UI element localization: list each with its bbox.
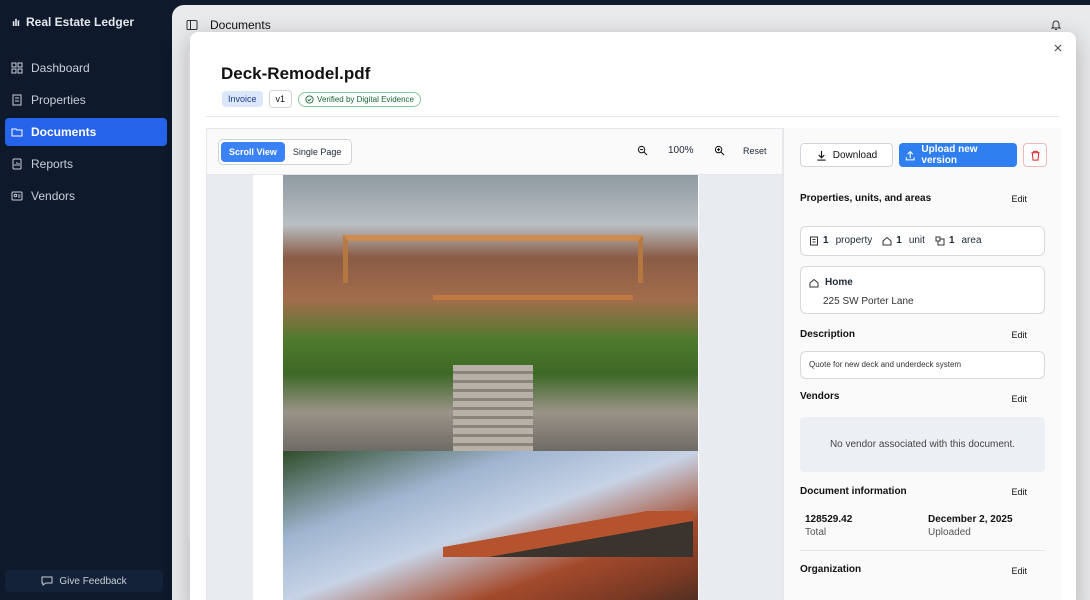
deck-photo-2 [283, 451, 698, 600]
document-details-panel: Download Upload new version Properties, … [783, 128, 1061, 600]
deck-photo-1 [283, 175, 698, 451]
divider [206, 116, 1060, 117]
zoom-out-icon[interactable] [637, 145, 648, 156]
pdf-page [253, 175, 699, 600]
property-count: 1 property [809, 235, 872, 246]
stone-stairs [453, 365, 533, 451]
sidebar-item-label: Dashboard [31, 61, 90, 75]
divider [800, 550, 1045, 551]
brand[interactable]: Real Estate Ledger [0, 0, 172, 44]
bell-icon[interactable] [1050, 19, 1062, 31]
sidebar-item-label: Reports [31, 157, 74, 171]
vendors-empty-state: No vendor associated with this document. [800, 417, 1045, 472]
download-button[interactable]: Download [800, 143, 893, 167]
document-info-section-title: Document information [800, 486, 907, 497]
give-feedback-button[interactable]: Give Feedback [5, 570, 163, 592]
download-icon [817, 150, 826, 161]
home-icon [809, 278, 819, 287]
single-page-button[interactable]: Single Page [285, 142, 350, 162]
property-counts-box: 1 property 1 unit 1 area [800, 226, 1045, 256]
delete-button[interactable] [1023, 143, 1047, 167]
brand-name: Real Estate Ledger [26, 15, 135, 29]
area-count-label: area [961, 235, 982, 246]
total-label: Total [805, 527, 827, 538]
zoom-level: 100% [668, 145, 694, 156]
property-count-label: property [835, 235, 873, 246]
vendors-section-title: Vendors [800, 391, 840, 402]
sidebar-item-properties[interactable]: Properties [5, 86, 167, 114]
action-buttons: Download Upload new version [800, 143, 1047, 167]
property-name: Home [825, 277, 853, 288]
unit-count-value: 1 [896, 235, 902, 246]
property-address: 225 SW Porter Lane [823, 296, 914, 307]
sidebar-toggle-icon[interactable] [186, 19, 198, 31]
chart-icon [12, 158, 22, 170]
viewer-canvas[interactable] [207, 175, 782, 600]
view-mode-toggle: Scroll View Single Page [218, 139, 353, 165]
properties-section-title: Properties, units, and areas [800, 193, 932, 204]
shield-check-icon [305, 94, 314, 104]
viewer-toolbar: Scroll View Single Page 100% Reset [207, 129, 782, 175]
feedback-label: Give Feedback [59, 575, 127, 587]
sidebar-item-dashboard[interactable]: Dashboard [5, 54, 167, 82]
edit-description-button[interactable]: Edit [1011, 330, 1027, 340]
type-badge: Invoice [222, 91, 263, 107]
deck-railing-lower [433, 295, 633, 325]
trash-icon [1030, 150, 1040, 161]
edit-organization-button[interactable]: Edit [1011, 566, 1027, 576]
document-info-grid: 128529.42 December 2, 2025 Total Uploade… [805, 514, 1035, 538]
building-icon [810, 236, 818, 245]
uploaded-value: December 2, 2025 [928, 514, 1013, 525]
description-text: Quote for new deck and underdeck system [809, 360, 962, 369]
deck-underside [443, 511, 693, 557]
sidebar-item-label: Vendors [31, 189, 76, 203]
unit-count: 1 unit [882, 235, 925, 246]
breadcrumb[interactable]: Documents [210, 18, 271, 32]
version-badge: v1 [268, 90, 293, 108]
verified-label: Verified by Digital Evidence [317, 94, 414, 104]
unit-count-label: unit [908, 235, 925, 246]
scroll-view-button[interactable]: Scroll View [221, 142, 285, 162]
document-badges: Invoice v1 Verified by Digital Evidence [222, 90, 421, 108]
document-viewer: Scroll View Single Page 100% Reset [206, 128, 783, 600]
close-icon[interactable] [1052, 42, 1064, 54]
area-count: 1 area [935, 235, 982, 246]
sidebar-item-documents[interactable]: Documents [5, 118, 167, 146]
document-title: Deck-Remodel.pdf [221, 64, 371, 83]
total-value: 128529.42 [805, 514, 853, 525]
document-modal: Deck-Remodel.pdf Invoice v1 Verified by … [190, 32, 1076, 600]
home-icon [882, 236, 892, 245]
grid-icon [11, 62, 23, 74]
area-icon [935, 236, 945, 245]
description-box: Quote for new deck and underdeck system [800, 351, 1045, 379]
area-count-value: 1 [948, 235, 955, 246]
sidebar-item-label: Documents [31, 125, 97, 139]
building-icon [12, 94, 22, 106]
zoom-controls: 100% [637, 145, 725, 156]
sidebar-item-reports[interactable]: Reports [5, 150, 167, 178]
verified-badge: Verified by Digital Evidence [298, 91, 421, 107]
sidebar-item-vendors[interactable]: Vendors [5, 182, 167, 210]
download-label: Download [832, 149, 878, 161]
upload-new-version-button[interactable]: Upload new version [899, 143, 1017, 167]
edit-document-info-button[interactable]: Edit [1011, 487, 1027, 497]
description-section-title: Description [800, 329, 856, 340]
reset-zoom-button[interactable]: Reset [743, 146, 767, 156]
uploaded-label: Uploaded [928, 527, 971, 538]
organization-section-title: Organization [800, 564, 862, 575]
sidebar-item-label: Properties [31, 93, 86, 107]
logo-icon [12, 18, 20, 26]
property-card[interactable]: Home 225 SW Porter Lane [800, 266, 1045, 314]
edit-vendors-button[interactable]: Edit [1011, 394, 1027, 404]
sidebar: Real Estate Ledger Dashboard Properties … [0, 0, 172, 600]
upload-label: Upload new version [921, 144, 978, 166]
chat-icon [41, 576, 53, 586]
property-count-value: 1 [823, 235, 829, 246]
vendor-icon [11, 191, 23, 201]
edit-properties-button[interactable]: Edit [1011, 194, 1027, 204]
zoom-in-icon[interactable] [714, 145, 725, 156]
folder-icon [11, 128, 23, 137]
upload-icon [905, 150, 915, 160]
deck-railing [343, 235, 643, 283]
